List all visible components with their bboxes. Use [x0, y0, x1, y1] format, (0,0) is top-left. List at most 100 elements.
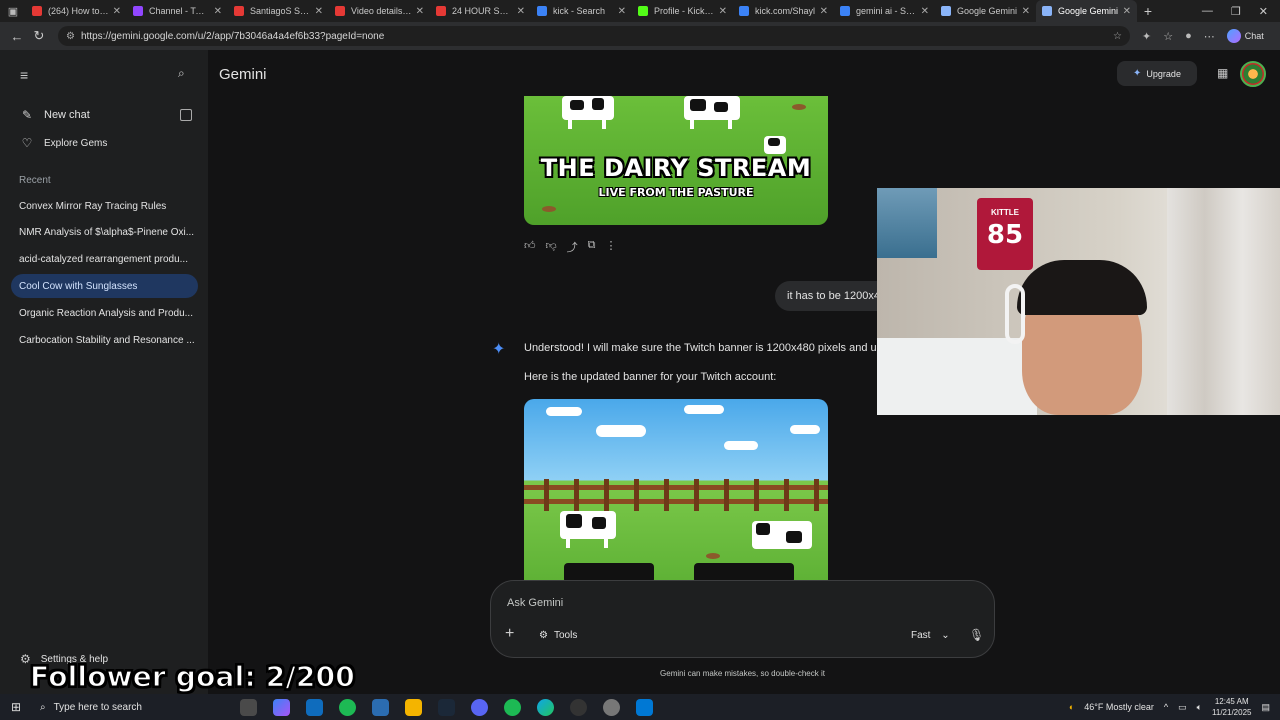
- microphone-icon[interactable]: 🎙︎: [969, 628, 984, 642]
- upgrade-button[interactable]: ✦ Upgrade: [1117, 61, 1197, 86]
- more-options-icon[interactable]: ⋮: [606, 239, 617, 255]
- site-info-icon[interactable]: ⚙: [66, 31, 75, 42]
- recent-chat-item[interactable]: Convex Mirror Ray Tracing Rules: [11, 194, 198, 218]
- copilot-app-icon[interactable]: [273, 698, 290, 716]
- temporary-chat-icon[interactable]: [180, 109, 192, 121]
- browser-tab[interactable]: Video details - Y ✕: [329, 0, 430, 22]
- search-icon[interactable]: ⌕: [178, 66, 185, 81]
- webcam-overlay: KITTLE 85: [877, 188, 1280, 415]
- tab-label: kick.com/Shayl: [755, 6, 816, 16]
- tab-label: Channel - Twitch: [149, 6, 210, 16]
- spotify-icon[interactable]: [504, 698, 521, 716]
- edit-icon: ✎: [21, 108, 33, 122]
- tab-close-icon[interactable]: ✕: [1123, 6, 1131, 17]
- bookmark-star-icon[interactable]: ☆: [1113, 31, 1122, 42]
- generated-banner-image-2[interactable]: [524, 399, 828, 580]
- steam-icon[interactable]: [438, 698, 455, 716]
- tab-close-icon[interactable]: ✕: [517, 6, 525, 17]
- tab-close-icon[interactable]: ✕: [820, 6, 828, 17]
- browser-tab[interactable]: kick - Search ✕: [531, 0, 632, 22]
- volume-icon[interactable]: 🔈︎: [1197, 702, 1202, 713]
- recent-chat-item[interactable]: Carbocation Stability and Resonance ...: [11, 328, 198, 352]
- recent-chat-label: Convex Mirror Ray Tracing Rules: [19, 200, 167, 212]
- app-icon[interactable]: [636, 698, 653, 716]
- add-attachment-icon[interactable]: +: [505, 625, 514, 643]
- tab-close-icon[interactable]: ✕: [1022, 6, 1030, 17]
- task-view-icon[interactable]: [240, 698, 257, 716]
- tools-icon: ⚙: [539, 630, 548, 641]
- browser-tab[interactable]: kick.com/Shayl ✕: [733, 0, 834, 22]
- sparkle-icon: ✦: [1133, 68, 1142, 79]
- recent-chat-item[interactable]: Organic Reaction Analysis and Produ...: [11, 301, 198, 325]
- tab-close-icon[interactable]: ✕: [214, 6, 222, 17]
- file-explorer-icon[interactable]: [405, 698, 422, 716]
- tray-chevron-icon[interactable]: ^: [1164, 702, 1168, 712]
- favorites-icon[interactable]: ☆: [1163, 30, 1173, 43]
- thumbs-down-icon[interactable]: 👎︎: [546, 239, 557, 255]
- recent-chat-item[interactable]: NMR Analysis of $\alpha$-Pinene Oxi...: [11, 221, 198, 245]
- share-icon[interactable]: ⤴: [567, 239, 578, 255]
- model-selector[interactable]: Fast ⌄: [911, 630, 950, 641]
- close-window-icon[interactable]: ✕: [1259, 5, 1268, 18]
- user-message: it has to be 1200x4: [775, 281, 892, 311]
- network-icon[interactable]: ▭: [1178, 702, 1187, 713]
- browser-tab[interactable]: Profile - Kick Stre ✕: [632, 0, 733, 22]
- browser-tab[interactable]: gemini ai - Searc ✕: [834, 0, 935, 22]
- tab-close-icon[interactable]: ✕: [921, 6, 929, 17]
- browser-tab[interactable]: Google Gemini ✕: [935, 0, 1036, 22]
- browser-tab[interactable]: 24 HOUR STREA ✕: [430, 0, 531, 22]
- generated-banner-image-1[interactable]: THE DAIRY STREAM LIVE FROM THE PASTURE: [524, 96, 828, 225]
- taskbar-search[interactable]: ⌕ Type here to search: [32, 694, 224, 720]
- weather-text[interactable]: 46°F Mostly clear: [1084, 702, 1154, 712]
- restore-icon[interactable]: ❐: [1231, 5, 1241, 18]
- back-icon[interactable]: ←: [6, 29, 28, 44]
- taskbar: ⊞ ⌕ Type here to search ◐ 46°F Mostly cl…: [0, 694, 1280, 720]
- browser-tab[interactable]: SantiagoS Soto - ✕: [228, 0, 329, 22]
- browser-tab[interactable]: Channel - Twitch ✕: [127, 0, 228, 22]
- recent-chat-item[interactable]: Cool Cow with Sunglasses: [11, 274, 198, 299]
- chat-button[interactable]: Chat: [1226, 29, 1264, 43]
- gift-icon[interactable]: ▦: [1217, 66, 1228, 80]
- new-tab-button[interactable]: +: [1137, 3, 1159, 19]
- edge-icon[interactable]: [537, 698, 554, 716]
- obs-icon[interactable]: [570, 698, 587, 716]
- minimize-icon[interactable]: —: [1202, 5, 1213, 18]
- url-text: https://gemini.google.com/u/2/app/7b3046…: [80, 30, 385, 42]
- taskbar-search-text: Type here to search: [53, 701, 142, 713]
- store-icon[interactable]: [372, 698, 389, 716]
- discord-icon[interactable]: [471, 698, 488, 716]
- app-icon[interactable]: [603, 698, 620, 716]
- tools-button[interactable]: ⚙ Tools: [539, 630, 577, 641]
- menu-icon[interactable]: ≡: [20, 67, 28, 83]
- clock[interactable]: 12:45 AM 11/21/2025: [1212, 696, 1251, 718]
- chevron-down-icon: ⌄: [941, 630, 950, 641]
- spotify-icon[interactable]: [339, 698, 356, 716]
- url-field[interactable]: ⚙ https://gemini.google.com/u/2/app/7b30…: [58, 26, 1130, 46]
- model-label: Fast: [911, 630, 931, 641]
- browser-tab[interactable]: (264) How to exp ✕: [26, 0, 127, 22]
- tab-close-icon[interactable]: ✕: [416, 6, 424, 17]
- outlook-icon[interactable]: [306, 698, 323, 716]
- cow-graphic: [562, 96, 614, 129]
- avatar[interactable]: [1240, 61, 1266, 87]
- copy-icon[interactable]: ⧉: [588, 239, 596, 255]
- tab-close-icon[interactable]: ✕: [113, 6, 121, 17]
- notification-icon[interactable]: ▤: [1261, 702, 1270, 713]
- profile-icon[interactable]: ●: [1185, 30, 1192, 42]
- browser-tab[interactable]: Google Gemini ✕: [1036, 0, 1137, 22]
- explore-gems-button[interactable]: ♡ Explore Gems: [20, 136, 108, 150]
- thumbs-up-icon[interactable]: 👍︎: [524, 239, 536, 255]
- recent-chat-item[interactable]: acid-catalyzed rearrangement produ...: [11, 248, 198, 272]
- weather-icon[interactable]: ◐: [1069, 702, 1074, 712]
- tab-close-icon[interactable]: ✕: [719, 6, 727, 17]
- headset: [1005, 284, 1025, 344]
- new-chat-button[interactable]: ✎ New chat: [20, 108, 90, 122]
- tab-actions-icon[interactable]: ▣: [0, 0, 26, 22]
- tab-close-icon[interactable]: ✕: [315, 6, 323, 17]
- reload-icon[interactable]: ↻: [28, 28, 50, 44]
- prompt-input[interactable]: Ask Gemini + ⚙ Tools Fast ⌄ 🎙︎: [490, 580, 995, 658]
- windows-start-icon[interactable]: ⊞: [0, 700, 32, 714]
- extensions-icon[interactable]: ✦: [1142, 30, 1151, 43]
- tab-close-icon[interactable]: ✕: [618, 6, 626, 17]
- more-icon[interactable]: ⋯: [1204, 30, 1215, 43]
